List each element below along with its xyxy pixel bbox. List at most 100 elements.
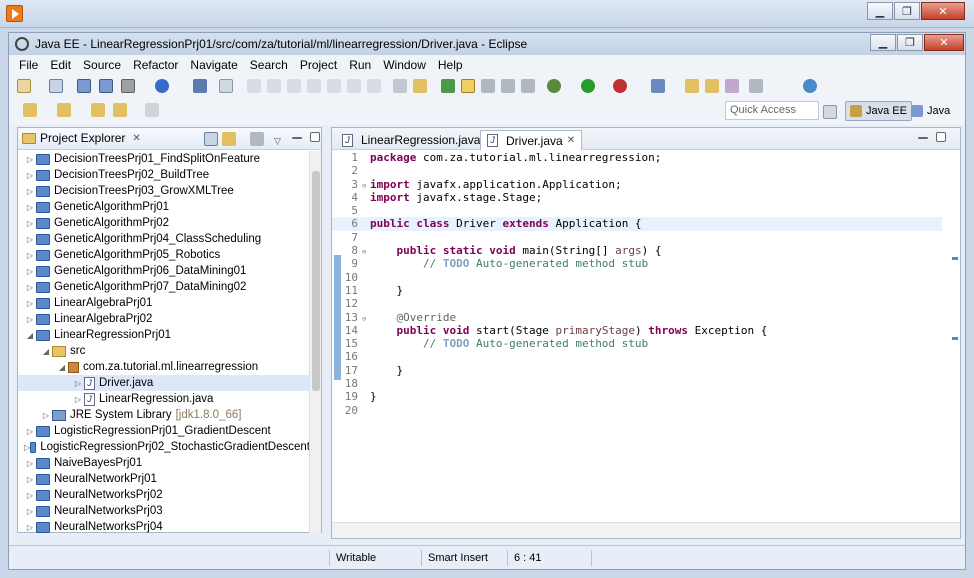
explorer-scrollbar[interactable] [309, 151, 321, 533]
quick-access-input[interactable]: Quick Access [725, 101, 819, 120]
collapsed-arrow-icon[interactable]: ▷ [24, 491, 36, 500]
previous-annotation-icon[interactable] [57, 103, 71, 117]
tab-driver-java[interactable]: J Driver.java ✕ [480, 130, 582, 150]
code-line[interactable]: 18 [332, 377, 942, 390]
expanded-arrow-icon[interactable]: ◢ [24, 331, 36, 340]
collapsed-arrow-icon[interactable]: ▷ [24, 299, 36, 308]
skip-breakpoints-icon[interactable] [219, 79, 233, 93]
tree-item[interactable]: ▷NeuralNetworksPrj04 [18, 519, 310, 533]
tree-item[interactable]: ▷LinearAlgebraPrj02 [18, 311, 310, 327]
collapsed-arrow-icon[interactable]: ▷ [24, 283, 36, 292]
menu-run[interactable]: Run [343, 58, 377, 72]
explorer-scrollbar-thumb[interactable] [312, 171, 320, 391]
new-project-icon[interactable] [49, 79, 63, 93]
external-tools-icon[interactable] [613, 79, 627, 93]
toolbar-more-icon[interactable] [749, 79, 763, 93]
tab-linearregression-java[interactable]: J LinearRegression.java [336, 130, 486, 150]
code-line[interactable]: 1package com.za.tutorial.ml.linearregres… [332, 151, 942, 164]
resume-icon[interactable] [247, 79, 261, 93]
print-icon[interactable] [121, 79, 135, 93]
collapsed-arrow-icon[interactable]: ▷ [24, 155, 36, 164]
web-browser-icon[interactable] [803, 79, 817, 93]
tree-item[interactable]: ◢com.za.tutorial.ml.linearregression [18, 359, 310, 375]
tree-item[interactable]: ▷JDriver.java [18, 375, 310, 391]
menu-edit[interactable]: Edit [44, 58, 77, 72]
search-icon[interactable] [413, 79, 427, 93]
code-line[interactable]: 16 [332, 350, 942, 363]
menu-file[interactable]: File [13, 58, 44, 72]
close-explorer-icon[interactable]: ✕ [132, 133, 140, 144]
tree-item[interactable]: ▷DecisionTreesPrj03_GrowXMLTree [18, 183, 310, 199]
tree-item[interactable]: ▷LinearAlgebraPrj01 [18, 295, 310, 311]
step-return-icon[interactable] [367, 79, 381, 93]
collapsed-arrow-icon[interactable]: ▷ [24, 459, 36, 468]
perspective-java-ee[interactable]: Java EE [845, 101, 912, 121]
save-all-icon[interactable] [99, 79, 113, 93]
open-perspective-icon[interactable] [823, 105, 837, 119]
tree-item[interactable]: ▷GeneticAlgorithmPrj04_ClassScheduling [18, 231, 310, 247]
toggle-highlight-icon[interactable] [461, 79, 475, 93]
overview-ruler-marker[interactable] [952, 257, 958, 260]
minimize-button[interactable]: ▁ [870, 34, 896, 51]
tree-item[interactable]: ▷LogisticRegressionPrj02_StochasticGradi… [18, 439, 310, 455]
tree-item[interactable]: ▷GeneticAlgorithmPrj06_DataMining01 [18, 263, 310, 279]
save-icon[interactable] [77, 79, 91, 93]
tree-item[interactable]: ▷GeneticAlgorithmPrj05_Robotics [18, 247, 310, 263]
open-task-icon[interactable] [705, 79, 719, 93]
server-icon[interactable] [155, 79, 169, 93]
code-editor[interactable]: 1package com.za.tutorial.ml.linearregres… [332, 151, 960, 521]
tree-item[interactable]: ▷GeneticAlgorithmPrj07_DataMining02 [18, 279, 310, 295]
maximize-view-icon[interactable] [310, 132, 320, 142]
outer-maximize-button[interactable]: ❐ [894, 2, 920, 20]
code-line[interactable]: 20 [332, 404, 942, 417]
menu-help[interactable]: Help [432, 58, 469, 72]
menu-navigate[interactable]: Navigate [184, 58, 243, 72]
tree-item[interactable]: ▷JRE System Library[jdk1.8.0_66] [18, 407, 310, 423]
outer-minimize-button[interactable]: ▁ [867, 2, 893, 20]
tree-item[interactable]: ▷NeuralNetworkPrj01 [18, 471, 310, 487]
minimize-view-icon[interactable] [292, 137, 302, 139]
tree-item[interactable]: ▷DecisionTreesPrj02_BuildTree [18, 167, 310, 183]
collapsed-arrow-icon[interactable]: ▷ [24, 235, 36, 244]
link-editor-icon[interactable] [222, 132, 236, 146]
tree-item[interactable]: ▷JLinearRegression.java [18, 391, 310, 407]
menu-refactor[interactable]: Refactor [127, 58, 184, 72]
show-whitespace-icon[interactable] [521, 79, 535, 93]
next-annotation-icon[interactable] [23, 103, 37, 117]
code-line[interactable]: 7 [332, 231, 942, 244]
collapse-all-icon[interactable] [204, 132, 218, 146]
disconnect-icon[interactable] [307, 79, 321, 93]
code-line[interactable]: 3⊖import javafx.application.Application; [332, 178, 942, 191]
code-line[interactable]: 10 [332, 271, 942, 284]
minimize-editor-icon[interactable] [918, 137, 928, 139]
code-line[interactable]: 19} [332, 390, 942, 403]
filter-icon[interactable] [250, 132, 264, 146]
collapsed-arrow-icon[interactable]: ▷ [24, 171, 36, 180]
collapsed-arrow-icon[interactable]: ▷ [24, 203, 36, 212]
view-menu-icon[interactable]: ▽ [274, 133, 284, 143]
editor-horizontal-scrollbar[interactable] [332, 522, 960, 538]
console-icon[interactable] [193, 79, 207, 93]
code-line[interactable]: 11 } [332, 284, 942, 297]
tree-item[interactable]: ▷GeneticAlgorithmPrj02 [18, 215, 310, 231]
collapsed-arrow-icon[interactable]: ▷ [24, 523, 36, 532]
tree-item[interactable]: ◢LinearRegressionPrj01 [18, 327, 310, 343]
code-line[interactable]: 8⊖ public static void main(String[] args… [332, 244, 942, 257]
code-line[interactable]: 5 [332, 204, 942, 217]
collapsed-arrow-icon[interactable]: ▷ [24, 507, 36, 516]
code-line[interactable]: 2 [332, 164, 942, 177]
menu-window[interactable]: Window [377, 58, 432, 72]
maximize-editor-icon[interactable] [936, 132, 946, 142]
last-edit-icon[interactable] [91, 103, 105, 117]
step-into-icon[interactable] [327, 79, 341, 93]
block-selection-icon[interactable] [481, 79, 495, 93]
back-icon[interactable] [113, 103, 127, 117]
tree-item[interactable]: ▷NeuralNetworksPrj02 [18, 487, 310, 503]
new-java-project-icon[interactable] [651, 79, 665, 93]
suspend-icon[interactable] [267, 79, 281, 93]
tree-item[interactable]: ▷NeuralNetworksPrj03 [18, 503, 310, 519]
terminate-icon[interactable] [287, 79, 301, 93]
close-button[interactable]: ✕ [924, 34, 964, 51]
code-line[interactable]: 17 } [332, 364, 942, 377]
collapsed-arrow-icon[interactable]: ▷ [24, 315, 36, 324]
